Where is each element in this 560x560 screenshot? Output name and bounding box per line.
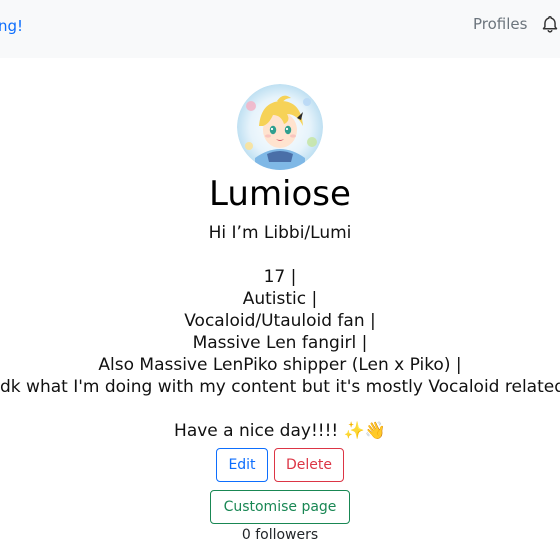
- bio-line: Autistic |: [242, 289, 318, 309]
- bio-line: 17 |: [263, 267, 297, 287]
- bio-line: Hi I’m Libbi/Lumi: [208, 223, 352, 243]
- profile-bio: Hi I’m Libbi/Lumi 17 | Autistic | Vocalo…: [0, 222, 560, 442]
- bio-line: [0, 398, 560, 420]
- brand-link[interactable]: ng!: [0, 17, 23, 35]
- delete-button[interactable]: Delete: [274, 448, 344, 482]
- customise-page-button[interactable]: Customise page: [210, 490, 350, 524]
- profile-username: Lumiose: [209, 174, 351, 214]
- nav-profiles-link[interactable]: Profiles: [473, 15, 527, 33]
- avatar: [237, 84, 323, 170]
- bell-icon[interactable]: [541, 15, 559, 33]
- bio-line: Also Massive LenPiko shipper (Len x Piko…: [98, 355, 462, 375]
- bio-line: [0, 244, 560, 266]
- followers-count: 0 followers: [241, 527, 319, 543]
- bio-line: Vocaloid/Utauloid fan |: [184, 311, 376, 331]
- bio-line: Have a nice day!!!! ✨👋: [174, 421, 386, 441]
- bio-line: Massive Len fangirl |: [192, 333, 368, 353]
- edit-button[interactable]: Edit: [216, 448, 268, 482]
- top-navbar: ng! Profiles: [0, 0, 560, 58]
- bio-line: Idk what I'm doing with my content but i…: [0, 377, 560, 397]
